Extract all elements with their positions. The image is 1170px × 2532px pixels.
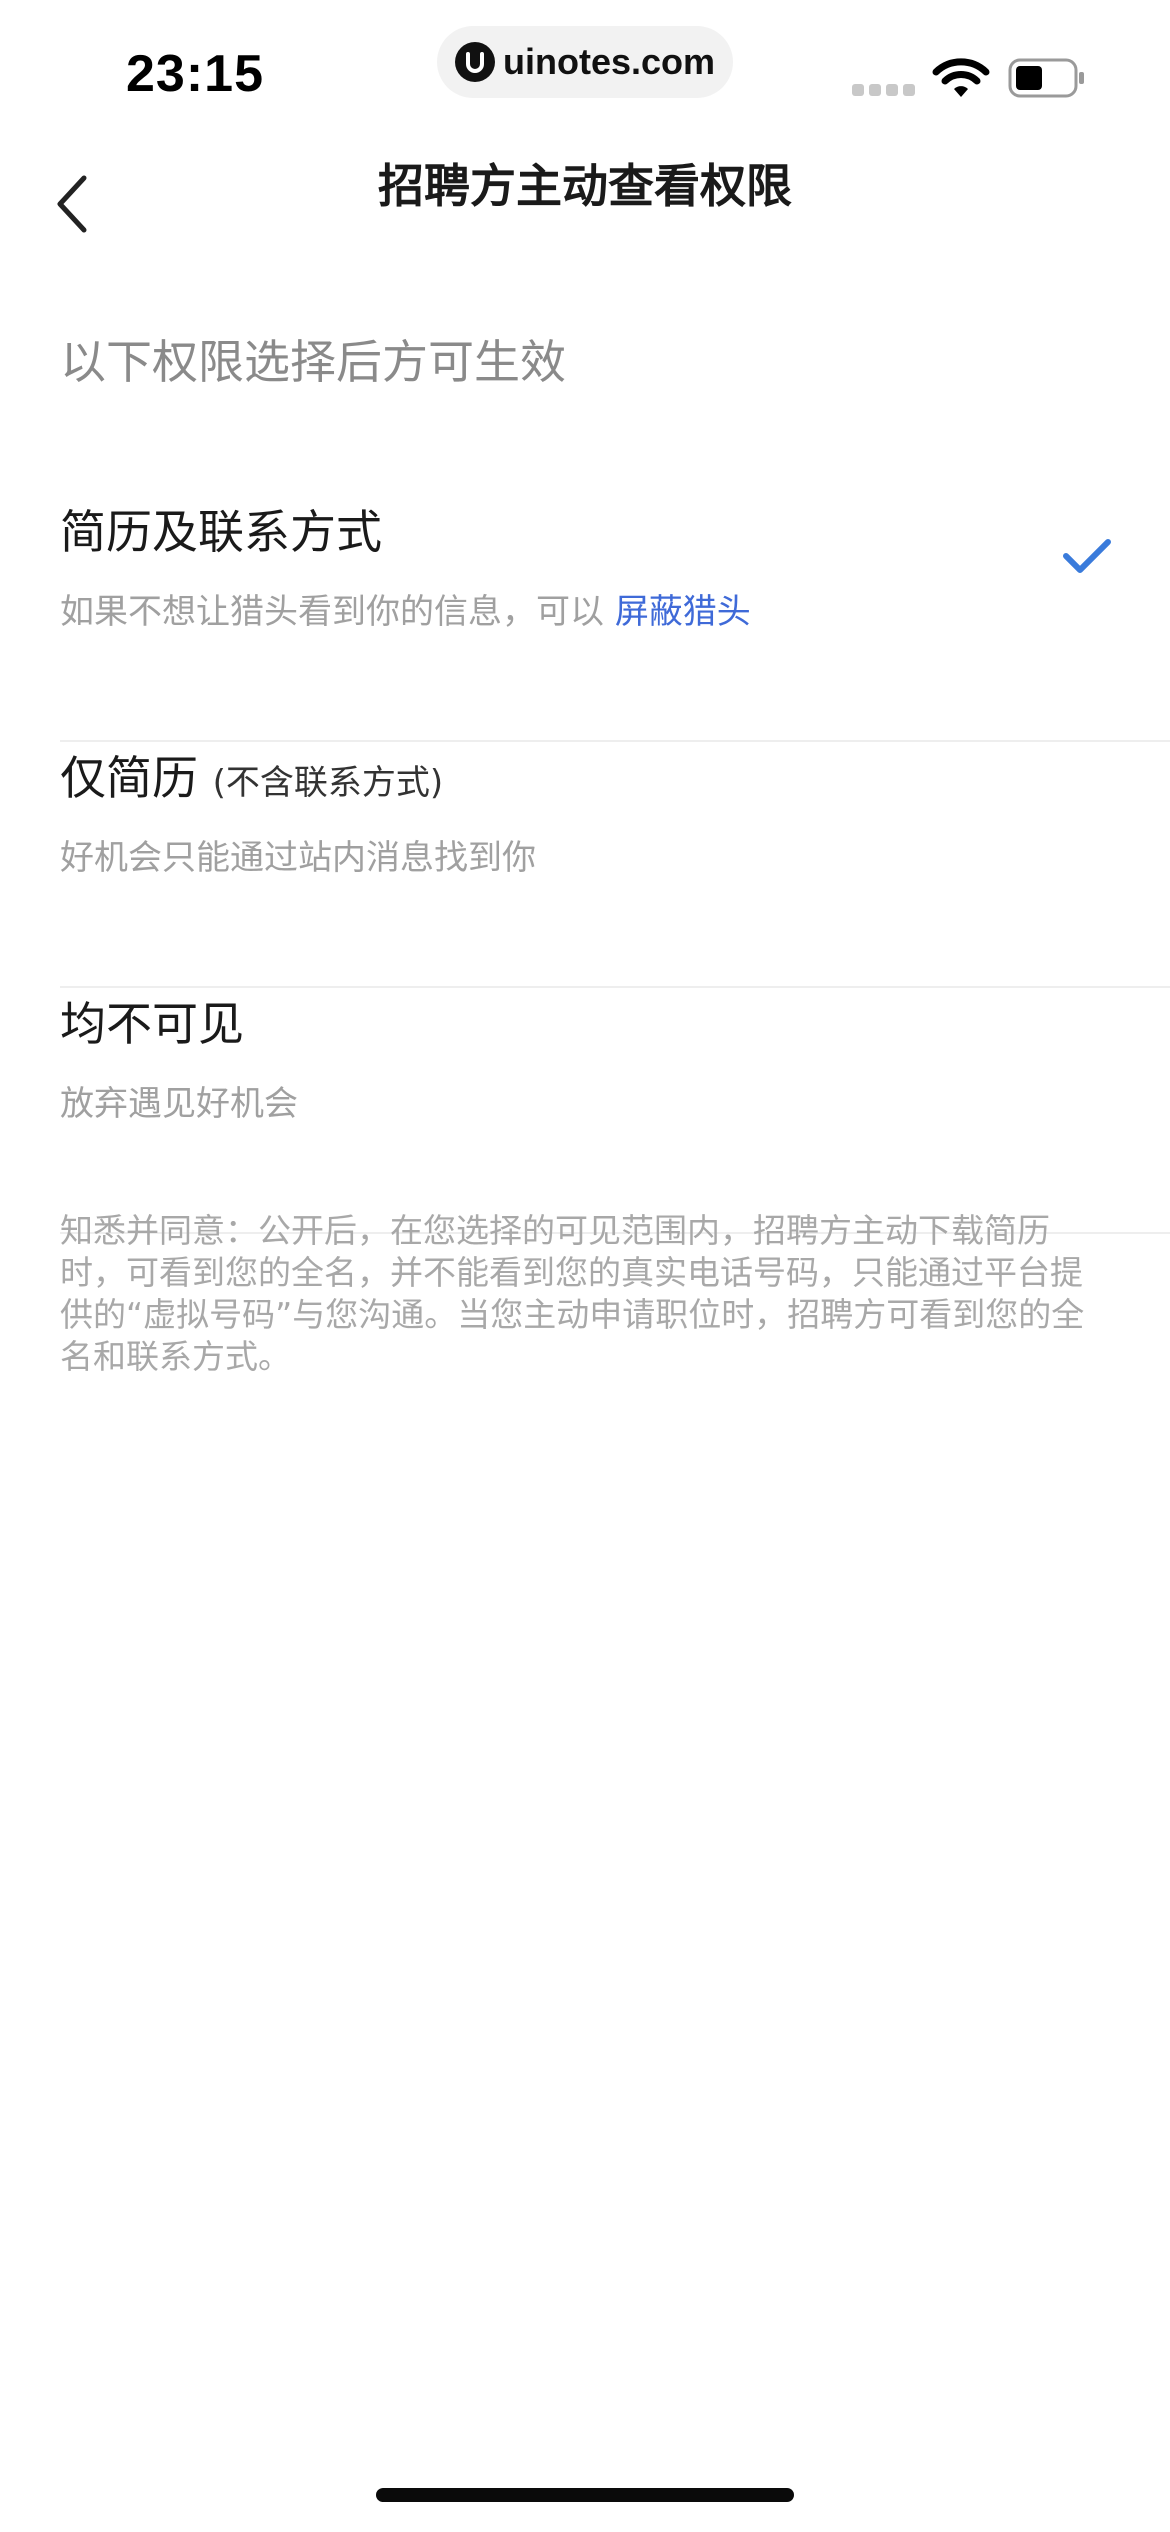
status-time: 23:15 [126, 45, 264, 103]
option-title-main: 仅简历 [60, 751, 198, 805]
cellular-signal-icon [852, 84, 915, 96]
option-title: 均不可见 [60, 997, 244, 1051]
permission-hint: 以下权限选择后方可生效 [60, 335, 566, 389]
watermark-badge: uinotes.com [437, 26, 733, 98]
option-resume-and-contact[interactable]: 简历及联系方式 如果不想让猎头看到你的信息，可以 屏蔽猎头 [60, 496, 1170, 742]
screen: 23:15 uinotes.com 招聘方主动查看权限 以下权限选择后方可生效 … [0, 0, 1170, 2532]
home-indicator[interactable] [376, 2488, 794, 2502]
wifi-icon [932, 56, 990, 104]
watermark-text: uinotes.com [503, 41, 716, 82]
option-title: 简历及联系方式 [60, 505, 382, 559]
uinotes-logo-icon [455, 42, 495, 82]
consent-notice: 知悉并同意：公开后，在您选择的可见范围内，招聘方主动下载简历时，可看到您的全名，… [60, 1211, 1085, 1376]
option-desc-text: 如果不想让猎头看到你的信息，可以 [60, 592, 615, 632]
option-desc: 好机会只能通过站内消息找到你 [60, 838, 536, 878]
block-headhunter-link[interactable]: 屏蔽猎头 [615, 592, 751, 632]
option-title-sub: (不含联系方式) [212, 763, 444, 803]
page-title: 招聘方主动查看权限 [378, 159, 792, 213]
option-title: 仅简历 (不含联系方式) [60, 742, 443, 808]
battery-icon [1008, 58, 1086, 104]
option-desc: 如果不想让猎头看到你的信息，可以 屏蔽猎头 [60, 584, 751, 633]
option-invisible[interactable]: 均不可见 放弃遇见好机会 [60, 988, 1170, 1234]
option-resume-only[interactable]: 仅简历 (不含联系方式) 好机会只能通过站内消息找到你 [60, 742, 1170, 988]
option-desc: 放弃遇见好机会 [60, 1084, 298, 1124]
checkmark-icon [1062, 536, 1112, 580]
